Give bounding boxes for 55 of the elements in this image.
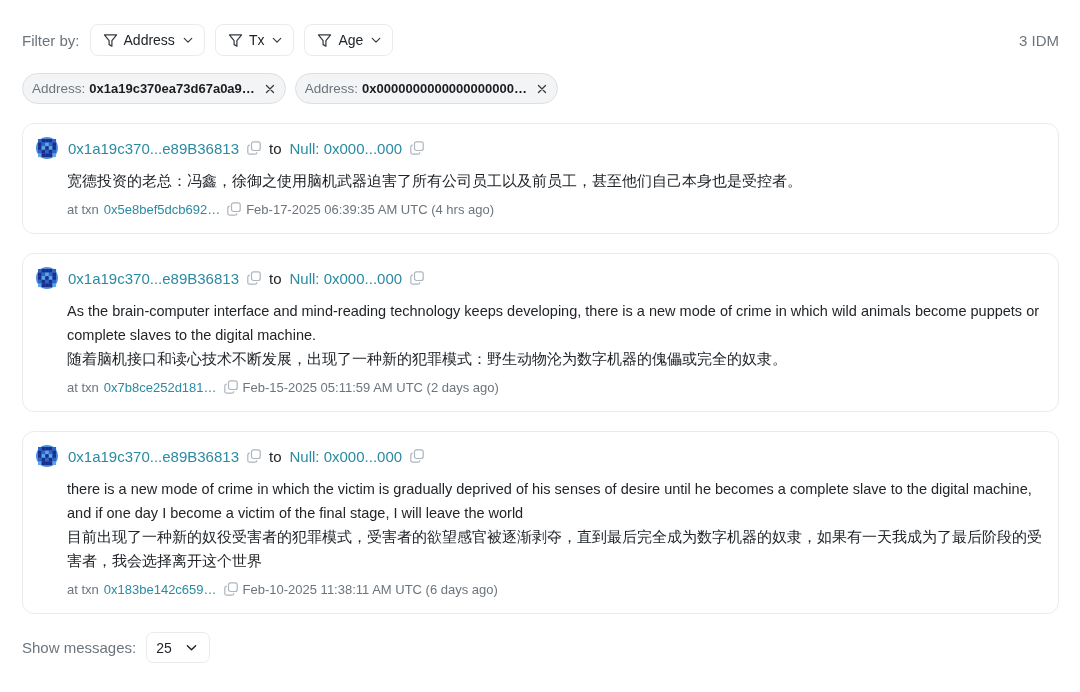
copy-icon[interactable] xyxy=(247,271,261,285)
message-text: As the brain-computer interface and mind-reading technology keeps developing, there is a new mode of crime in which wild animals become puppets or complete slaves to the digital machine. xyxy=(67,302,1041,345)
copy-icon[interactable] xyxy=(227,202,242,216)
message-count: 3 IDM xyxy=(1019,31,1059,49)
chip-value: 0x0000000000000000000… xyxy=(362,81,527,96)
copy-icon[interactable] xyxy=(247,141,261,155)
message-text: 目前出现了一种新的奴役受害者的犯罪模式，受害者的欲望感官被逐渐剥夺，直到最后完全成为数字机器的奴隶，如果有一天我成为了最后阶段的受害者，我会选择离开这个世界 xyxy=(67,528,1043,571)
copy-icon[interactable] xyxy=(223,380,238,394)
timestamp: Feb-15-2025 05:11:59 AM UTC (2 days ago) xyxy=(242,379,499,395)
avatar-icon xyxy=(36,267,58,289)
transaction-hash-link[interactable]: 0x5e8bef5dcb692… xyxy=(103,201,221,217)
recipient-address-link[interactable]: Null: 0x000...000 xyxy=(289,269,403,287)
chip-label: Address: xyxy=(32,81,86,96)
txn-label: at txn xyxy=(67,201,99,217)
chevron-down-icon xyxy=(272,36,283,44)
copy-icon[interactable] xyxy=(247,449,261,463)
message-text: there is a new mode of crime in which the victim is gradually deprived of his senses of desire until he becomes a complete slave to the digital machine, and if one day I become a victim of the final stage, I will leave the world xyxy=(67,480,1033,523)
chip-value: 0x1a19c370ea73d67a0a9… xyxy=(89,81,255,96)
recipient-address-link[interactable]: Null: 0x000...000 xyxy=(289,139,403,157)
chevron-down-icon xyxy=(185,643,197,652)
funnel-icon xyxy=(227,32,243,48)
page-size-label: Show messages: xyxy=(22,639,137,656)
recipient-address-link[interactable]: Null: 0x000...000 xyxy=(289,447,403,465)
to-label: to xyxy=(269,269,282,287)
page-size-select[interactable]: 25 xyxy=(146,632,210,663)
copy-icon[interactable] xyxy=(410,271,425,285)
filter-dropdown[interactable]: Age xyxy=(304,24,394,56)
transaction-hash-link[interactable]: 0x183be142c659… xyxy=(103,581,217,597)
filter-label: Filter by: xyxy=(22,31,80,49)
timestamp: Feb-10-2025 11:38:11 AM UTC (6 days ago) xyxy=(242,581,498,597)
avatar-icon xyxy=(36,137,58,159)
filter-dropdown[interactable]: Tx xyxy=(214,24,295,56)
close-icon[interactable] xyxy=(264,83,275,94)
timestamp: Feb-17-2025 06:39:35 AM UTC (4 hrs ago) xyxy=(246,201,495,217)
funnel-icon xyxy=(102,32,118,48)
to-label: to xyxy=(269,139,282,157)
copy-icon[interactable] xyxy=(223,582,238,596)
sender-address-link[interactable]: 0x1a19c370...e89B36813 xyxy=(68,269,239,287)
close-icon[interactable] xyxy=(536,83,547,94)
filter-dropdown[interactable]: Address xyxy=(89,24,205,56)
funnel-icon xyxy=(317,32,333,48)
txn-label: at txn xyxy=(67,379,99,395)
avatar-icon xyxy=(36,445,58,467)
message-text: 宽德投资的老总：冯鑫，徐御之使用脑机武器迫害了所有公司员工以及前员工，甚至他们自己本身也是受控者。 xyxy=(67,172,803,191)
message-text: 随着脑机接口和读心技术不断发展，出现了一种新的犯罪模式：野生动物沦为数字机器的傀儡或完全的奴隶。 xyxy=(67,350,788,369)
chevron-down-icon xyxy=(182,36,193,44)
to-label: to xyxy=(269,447,282,465)
copy-icon[interactable] xyxy=(410,141,425,155)
sender-address-link[interactable]: 0x1a19c370...e89B36813 xyxy=(68,447,239,465)
copy-icon[interactable] xyxy=(410,449,425,463)
transaction-hash-link[interactable]: 0x7b8ce252d181… xyxy=(103,379,217,395)
chevron-down-icon xyxy=(371,36,382,44)
chip-label: Address: xyxy=(304,81,359,96)
txn-label: at txn xyxy=(67,581,99,597)
sender-address-link[interactable]: 0x1a19c370...e89B36813 xyxy=(68,139,239,157)
